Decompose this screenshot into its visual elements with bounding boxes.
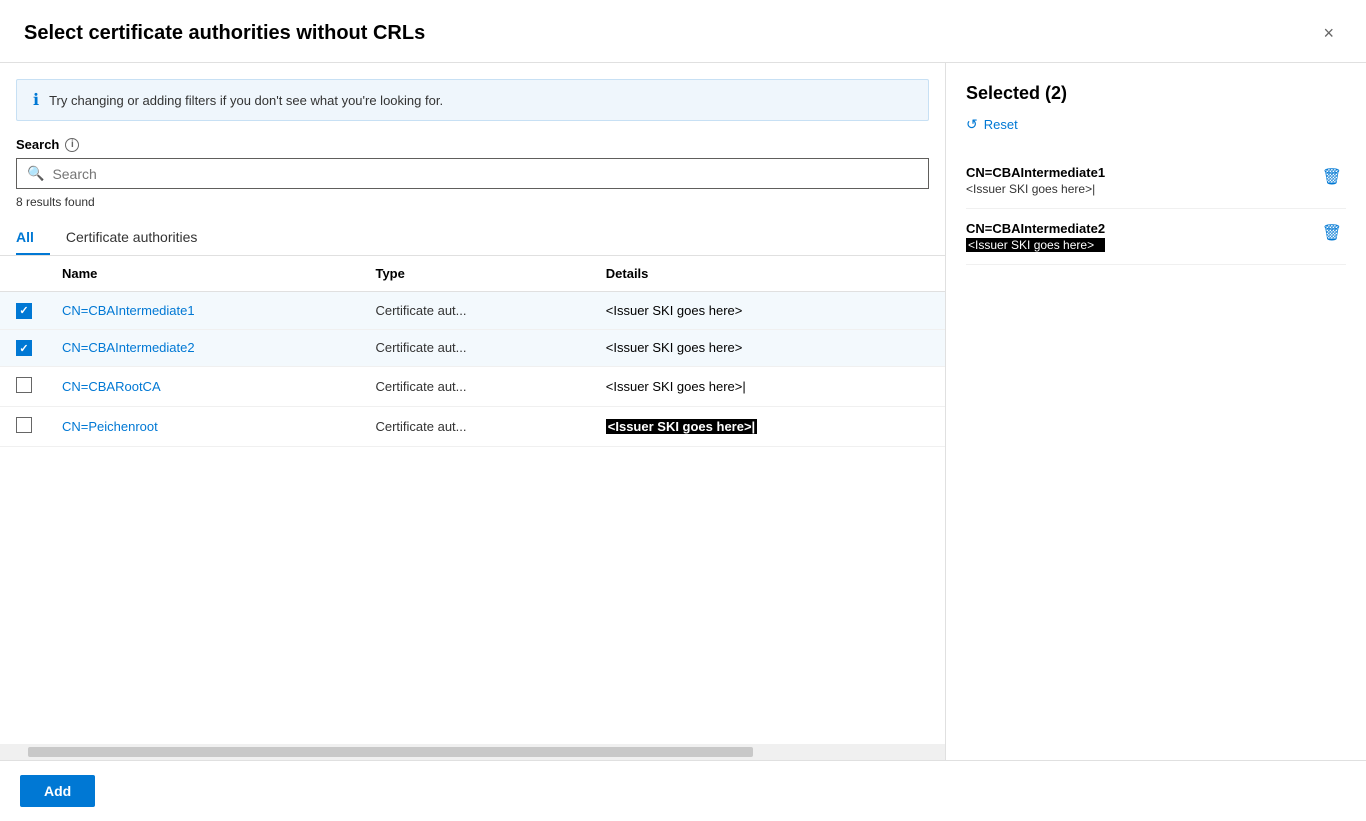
row-name-cell: CN=CBARootCA [50, 367, 363, 407]
row-checkbox-cell [0, 367, 50, 407]
close-button[interactable]: × [1315, 20, 1342, 46]
row-checkbox-cell [0, 407, 50, 447]
selected-item-sub-highlighted: <Issuer SKI goes here> [966, 238, 1105, 252]
row-name-link[interactable]: CN=Peichenroot [62, 419, 158, 434]
row-checkbox[interactable] [16, 377, 32, 393]
tab-all[interactable]: All [16, 221, 50, 255]
dialog: Select certificate authorities without C… [0, 0, 1366, 821]
search-section: Search i 🔍 8 results found [0, 121, 945, 209]
table-row: CN=CBAIntermediate1 Certificate aut... <… [0, 292, 945, 330]
delete-selected-button[interactable]: 🗑 [1318, 221, 1346, 245]
selected-item: CN=CBAIntermediate2 <Issuer SKI goes her… [966, 209, 1346, 265]
col-type: Type [363, 256, 593, 292]
row-type-cell: Certificate aut... [363, 407, 593, 447]
row-name-cell: CN=CBAIntermediate2 [50, 329, 363, 367]
row-details-highlighted: <Issuer SKI goes here>| [606, 419, 757, 434]
row-name-cell: CN=Peichenroot [50, 407, 363, 447]
table-header-row: Name Type Details [0, 256, 945, 292]
selected-item: CN=CBAIntermediate1 <Issuer SKI goes her… [966, 153, 1346, 209]
dialog-footer: Add [0, 760, 1366, 821]
row-details-cell: <Issuer SKI goes here> [594, 329, 945, 367]
row-name-link[interactable]: CN=CBARootCA [62, 379, 161, 394]
tab-certificate-authorities[interactable]: Certificate authorities [66, 221, 214, 255]
table-container: Name Type Details [0, 256, 945, 744]
dialog-title: Select certificate authorities without C… [24, 22, 425, 45]
row-name-link[interactable]: CN=CBAIntermediate2 [62, 340, 195, 355]
dialog-body: ℹ Try changing or adding filters if you … [0, 63, 1366, 760]
reset-button[interactable]: ↺ Reset [966, 116, 1346, 133]
trash-icon: 🗑 [1322, 169, 1342, 186]
selected-count-header: Selected (2) [966, 83, 1346, 104]
dialog-header: Select certificate authorities without C… [0, 0, 1366, 63]
info-icon: ℹ [33, 90, 39, 110]
trash-icon: 🗑 [1322, 225, 1342, 242]
col-checkbox [0, 256, 50, 292]
row-details-cell: <Issuer SKI goes here> [594, 292, 945, 330]
row-name-cell: CN=CBAIntermediate1 [50, 292, 363, 330]
row-type-cell: Certificate aut... [363, 292, 593, 330]
table-row: CN=CBAIntermediate2 Certificate aut... <… [0, 329, 945, 367]
search-info-icon[interactable]: i [65, 138, 79, 152]
reset-label: Reset [984, 117, 1018, 132]
table-row: CN=CBARootCA Certificate aut... <Issuer … [0, 367, 945, 407]
row-name-link[interactable]: CN=CBAIntermediate1 [62, 303, 195, 318]
search-input[interactable] [52, 166, 918, 182]
row-details-cell: <Issuer SKI goes here>| [594, 407, 945, 447]
row-type-cell: Certificate aut... [363, 367, 593, 407]
reset-icon: ↺ [966, 116, 978, 133]
info-banner: ℹ Try changing or adding filters if you … [16, 79, 929, 121]
tabs: All Certificate authorities [0, 209, 945, 256]
info-banner-text: Try changing or adding filters if you do… [49, 93, 443, 108]
col-details: Details [594, 256, 945, 292]
selected-item-name: CN=CBAIntermediate1 [966, 165, 1105, 180]
right-panel: Selected (2) ↺ Reset CN=CBAIntermediate1… [946, 63, 1366, 760]
search-label: Search i [16, 137, 929, 152]
results-table: Name Type Details [0, 256, 945, 447]
search-icon: 🔍 [27, 165, 44, 182]
delete-selected-button[interactable]: 🗑 [1318, 165, 1346, 189]
selected-item-info: CN=CBAIntermediate2 <Issuer SKI goes her… [966, 221, 1105, 252]
selected-item-sub: <Issuer SKI goes here>| [966, 182, 1105, 196]
col-name: Name [50, 256, 363, 292]
search-label-text: Search [16, 137, 59, 152]
results-count: 8 results found [16, 195, 929, 209]
search-box: 🔍 [16, 158, 929, 189]
row-type-cell: Certificate aut... [363, 329, 593, 367]
selected-item-info: CN=CBAIntermediate1 <Issuer SKI goes her… [966, 165, 1105, 196]
row-checkbox-cell [0, 329, 50, 367]
row-details-cell: <Issuer SKI goes here>| [594, 367, 945, 407]
row-checkbox[interactable] [16, 303, 32, 319]
row-checkbox[interactable] [16, 417, 32, 433]
add-button[interactable]: Add [20, 775, 95, 807]
table-row: CN=Peichenroot Certificate aut... <Issue… [0, 407, 945, 447]
row-checkbox-cell [0, 292, 50, 330]
scrollbar-thumb[interactable] [28, 747, 753, 757]
horizontal-scrollbar[interactable] [0, 744, 945, 760]
row-checkbox[interactable] [16, 340, 32, 356]
selected-item-name: CN=CBAIntermediate2 [966, 221, 1105, 236]
left-panel: ℹ Try changing or adding filters if you … [0, 63, 946, 760]
left-panel-inner: ℹ Try changing or adding filters if you … [0, 63, 945, 760]
